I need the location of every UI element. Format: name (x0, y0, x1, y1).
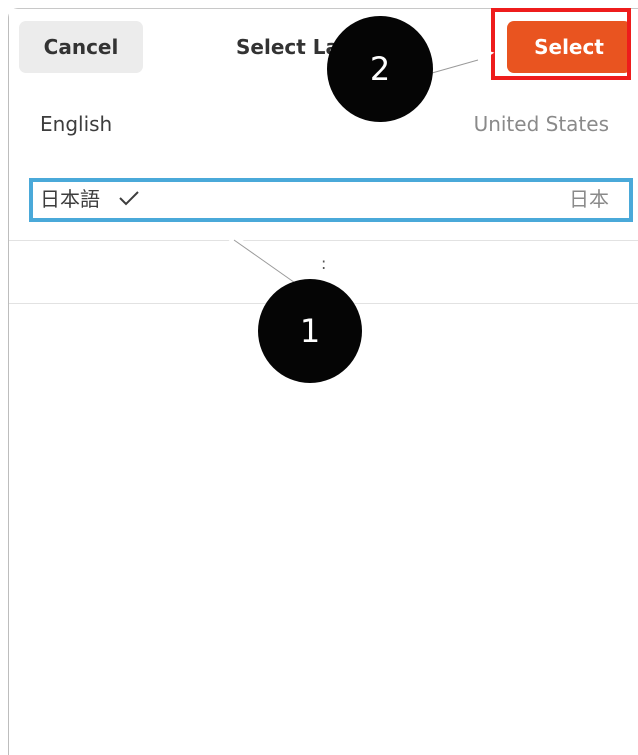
language-row-japanese[interactable]: 日本語 日本 (9, 159, 638, 241)
language-region: 日本 (569, 187, 609, 211)
language-name-wrap: 日本語 (40, 159, 140, 240)
checkmark-icon (118, 160, 140, 241)
cancel-button[interactable]: Cancel (19, 21, 143, 73)
more-options-icon: : (321, 254, 327, 273)
dialog-title: Select La (236, 35, 340, 59)
more-languages-row[interactable]: : (9, 240, 638, 304)
language-name: 日本語 (40, 187, 100, 211)
language-row-english[interactable]: English United States (9, 84, 638, 166)
dialog-header: Cancel Select La Select (9, 9, 638, 85)
language-name: English (40, 112, 113, 136)
select-button[interactable]: Select (507, 21, 631, 73)
language-region: United States (473, 112, 609, 136)
screenshot: Cancel Select La Select English United S… (0, 0, 638, 755)
select-language-dialog: Cancel Select La Select English United S… (8, 8, 638, 755)
